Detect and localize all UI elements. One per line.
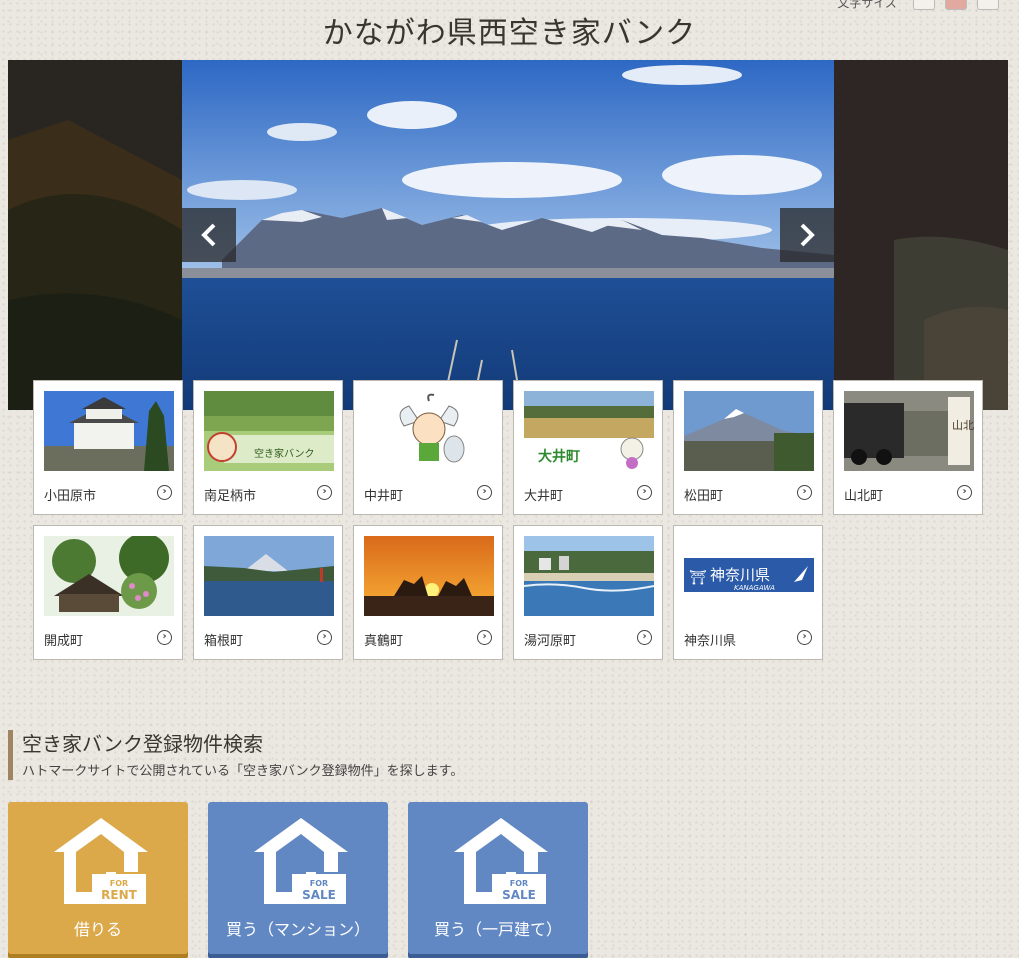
chevron-circle-icon: › (637, 630, 652, 645)
chevron-circle-icon: › (317, 485, 332, 500)
chevron-circle-icon: › (477, 485, 492, 500)
chevron-left-icon (201, 223, 216, 247)
search-section-description: ハトマークサイトで公開されている「空き家バンク登録物件」を探します。 (22, 764, 464, 779)
yamakita-sign-text: 山北町 (952, 419, 974, 432)
minamiashigara-image: 空き家バンク (204, 391, 334, 471)
municipality-card-minamiashigara[interactable]: 空き家バンク 南足柄市 › (193, 380, 343, 515)
house-for-rent-icon: FOR RENT (54, 818, 148, 904)
municipality-card-nakai[interactable]: 中井町 › (353, 380, 503, 515)
buy-house-button-label: 買う（一戸建て） (433, 920, 562, 939)
slide-preview-left (8, 60, 182, 410)
search-section-header: 空き家バンク登録物件検索 ハトマークサイトで公開されている「空き家バンク登録物件… (8, 730, 463, 780)
chevron-circle-icon: › (637, 485, 652, 500)
chevron-circle-icon: › (797, 485, 812, 500)
municipality-label: 開成町 (44, 634, 84, 649)
yugawara-beach-image (524, 536, 654, 616)
municipality-card-oi[interactable]: 大井町 大井町 › (513, 380, 663, 515)
svg-text:SALE: SALE (502, 888, 536, 902)
municipality-card-kanagawa[interactable]: ⛩ 神奈川県 KANAGAWA 神奈川県 › (673, 525, 823, 660)
buy-house-search-button[interactable]: FOR SALE 買う（一戸建て） (408, 802, 588, 954)
buy-mansion-search-button[interactable]: FOR SALE 買う（マンション） (208, 802, 388, 954)
svg-text:FOR: FOR (110, 879, 128, 888)
buy-mansion-button-label: 買う（マンション） (225, 920, 370, 939)
chevron-circle-icon: › (797, 630, 812, 645)
municipality-label: 真鶴町 (364, 634, 404, 649)
rent-search-button[interactable]: FOR RENT 借りる (8, 802, 188, 954)
svg-text:SALE: SALE (302, 888, 336, 902)
search-section-title: 空き家バンク登録物件検索 (22, 732, 263, 756)
oi-logo-text: 大井町 (538, 448, 580, 465)
chevron-circle-icon: › (477, 630, 492, 645)
svg-text:⛩: ⛩ (689, 570, 707, 586)
municipality-card-kaisei[interactable]: 開成町 › (33, 525, 183, 660)
municipality-card-matsuda[interactable]: 松田町 › (673, 380, 823, 515)
municipality-label: 神奈川県 (684, 634, 737, 649)
minamiashigara-logo-text: 空き家バンク (254, 447, 315, 460)
municipality-label: 南足柄市 (204, 489, 257, 504)
municipality-label: 小田原市 (44, 489, 97, 504)
chevron-circle-icon: › (157, 630, 172, 645)
svg-text:FOR: FOR (310, 879, 328, 888)
slide-preview-right (834, 60, 1008, 410)
municipality-label: 松田町 (684, 489, 724, 504)
house-for-sale-icon: FOR SALE (254, 818, 348, 904)
municipality-label: 中井町 (364, 489, 404, 504)
yamakita-train-image: 山北町 (844, 391, 974, 471)
slide-main-image (182, 60, 834, 410)
municipality-label: 湯河原町 (524, 634, 577, 649)
svg-text:FOR: FOR (510, 879, 528, 888)
chevron-circle-icon: › (957, 485, 972, 500)
municipality-card-yamakita[interactable]: 山北町 山北町 › (833, 380, 983, 515)
municipality-label: 山北町 (844, 489, 884, 504)
kanagawa-logo-roman: KANAGAWA (734, 584, 775, 592)
odawara-castle-image (44, 391, 174, 471)
municipality-label: 大井町 (524, 489, 564, 504)
kanagawa-prefecture-logo: ⛩ 神奈川県 KANAGAWA (684, 536, 814, 616)
matsuda-fuji-image (684, 391, 814, 471)
house-for-sale-icon: FOR SALE (454, 818, 548, 904)
municipality-card-odawara[interactable]: 小田原市 › (33, 380, 183, 515)
svg-text:RENT: RENT (101, 888, 137, 902)
slider-next-button[interactable] (780, 208, 834, 262)
chevron-circle-icon: › (157, 485, 172, 500)
municipality-card-hakone[interactable]: 箱根町 › (193, 525, 343, 660)
municipality-card-manazuru[interactable]: 真鶴町 › (353, 525, 503, 660)
municipality-label: 箱根町 (204, 634, 244, 649)
nakai-mascot-image (364, 391, 494, 471)
hakone-lake-image (204, 536, 334, 616)
slider-prev-button[interactable] (182, 208, 236, 262)
chevron-circle-icon: › (317, 630, 332, 645)
manazuru-sunset-image (364, 536, 494, 616)
hero-slider (8, 60, 1008, 410)
municipality-card-yugawara[interactable]: 湯河原町 › (513, 525, 663, 660)
kaisei-garden-image (44, 536, 174, 616)
chevron-right-icon (800, 223, 815, 247)
rent-button-label: 借りる (73, 920, 122, 939)
kanagawa-logo-text: 神奈川県 (710, 566, 770, 584)
site-title: かながわ県西空き家バンク (322, 16, 697, 51)
oi-rice-field-image: 大井町 (524, 391, 654, 471)
